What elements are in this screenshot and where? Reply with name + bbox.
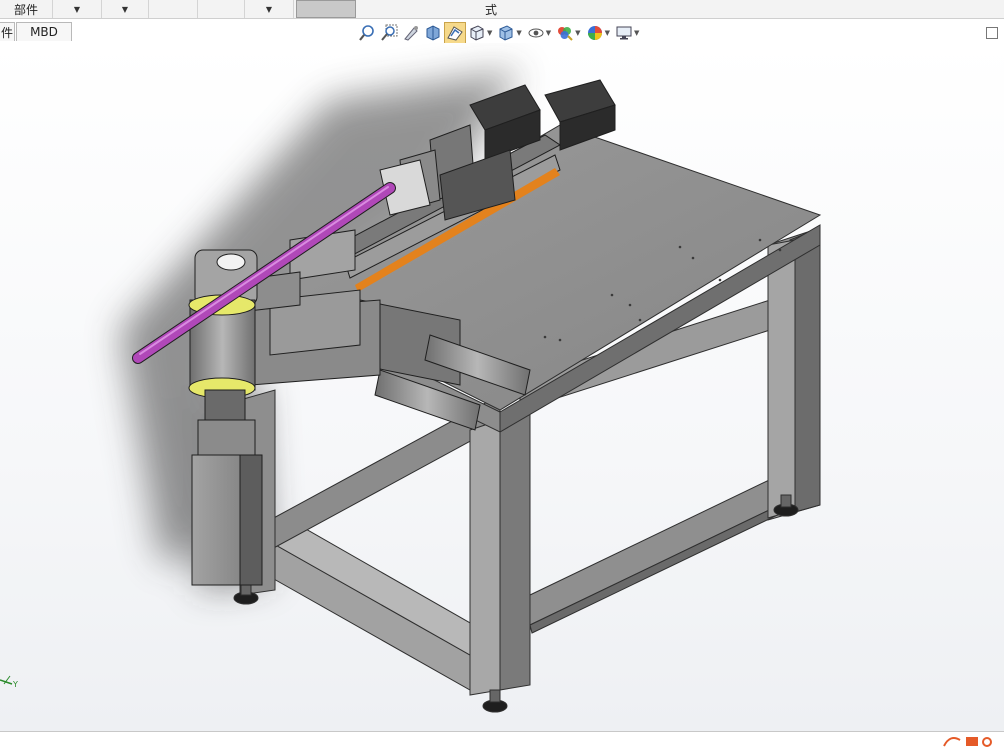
zoom-to-area-icon[interactable]: [378, 22, 400, 44]
axis-triad-icon: Y: [0, 675, 18, 689]
caret-down-icon: ▼: [265, 4, 273, 14]
part-label: 部件: [13, 2, 38, 17]
edit-appearance-icon[interactable]: [554, 22, 576, 44]
display-style-icon[interactable]: [495, 22, 517, 44]
section-view-icon[interactable]: [422, 22, 444, 44]
zoom-to-fit-icon[interactable]: [356, 22, 378, 44]
svg-text:Y: Y: [12, 680, 18, 689]
view-selector-icon[interactable]: [444, 22, 466, 44]
mode-cell[interactable]: 式: [356, 0, 626, 18]
model-render: [120, 70, 822, 713]
graphics-viewport[interactable]: Y: [0, 43, 1004, 731]
blank-cell-1[interactable]: [149, 0, 198, 18]
tab-mbd-label: MBD: [30, 25, 58, 39]
blank-cell-2[interactable]: [198, 0, 245, 18]
hide-show-items-icon[interactable]: [525, 22, 547, 44]
previous-view-icon[interactable]: [400, 22, 422, 44]
command-strip: 部件 ▼ ▼ ▼ 式: [0, 0, 1004, 19]
part-tab[interactable]: 部件: [0, 0, 53, 18]
tab-mbd[interactable]: MBD: [16, 22, 72, 41]
dropdown-2[interactable]: ▼: [102, 0, 149, 18]
caret-down-icon: ▼: [73, 4, 81, 14]
view-orientation-icon[interactable]: [466, 22, 488, 44]
status-bar: [0, 732, 1004, 747]
view-settings-icon[interactable]: [613, 22, 635, 44]
apply-scene-icon[interactable]: [584, 22, 606, 44]
pressed-command-button[interactable]: [296, 0, 356, 18]
caret-down-icon: ▼: [121, 4, 129, 14]
tab-row: 件 MBD ▼ ▼ ▼ ▼ ▼ ▼: [0, 19, 1004, 44]
restore-panel-icon[interactable]: [986, 27, 998, 39]
tab-partial[interactable]: 件: [0, 22, 15, 41]
heads-up-view-toolbar: ▼ ▼ ▼ ▼ ▼ ▼: [356, 22, 642, 44]
dropdown-3[interactable]: ▼: [245, 0, 294, 18]
mode-label: 式: [484, 2, 497, 17]
app-logo-icon: [943, 737, 992, 747]
tab-partial-label: 件: [0, 25, 13, 40]
dropdown-1[interactable]: ▼: [53, 0, 102, 18]
